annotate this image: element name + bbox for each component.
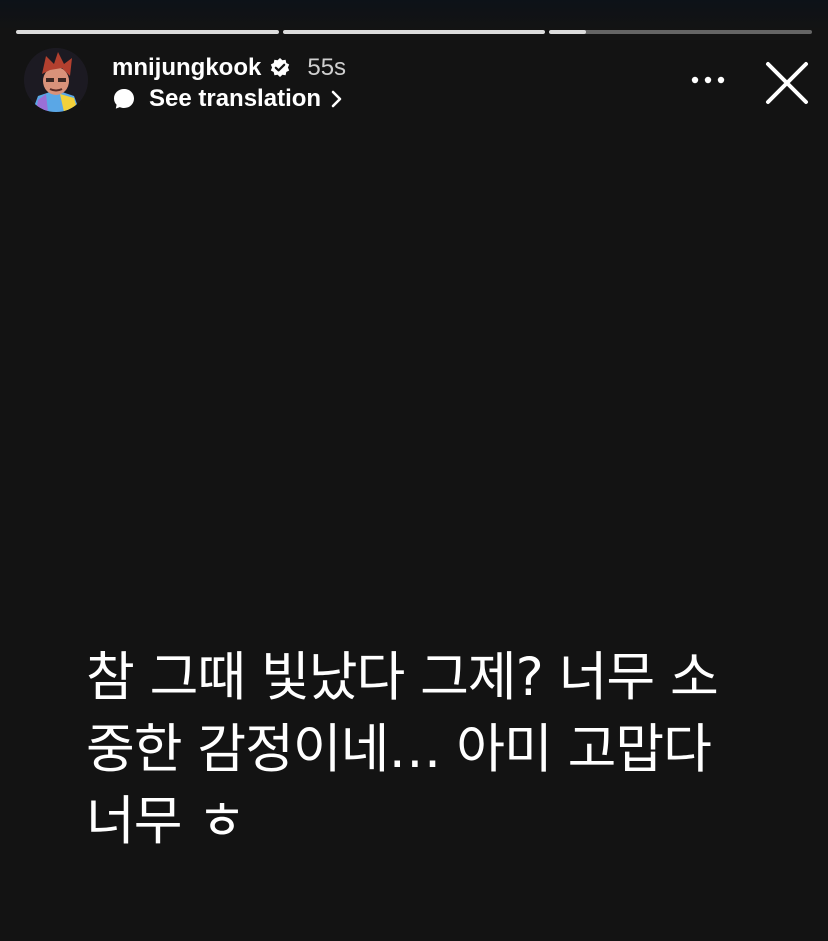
see-translation-button[interactable]: See translation (112, 84, 345, 114)
progress-segment (549, 30, 813, 34)
progress-fill (16, 30, 279, 34)
story-text: 참 그때 빛났다 그제? 너무 소 중한 감정이네… 아미 고맙다 너무 ㅎ (86, 642, 766, 858)
progress-segment (16, 30, 279, 34)
story-progress-bar (16, 30, 813, 34)
post-time: 55s (307, 54, 347, 81)
story-text-line: 너무 ㅎ (86, 791, 246, 852)
story-header: mnijungkook 55s See translation (24, 48, 814, 118)
more-horizontal-icon (691, 76, 725, 84)
avatar[interactable] (24, 48, 88, 112)
progress-fill (549, 30, 587, 34)
chevron-right-icon (329, 88, 345, 110)
user-line: mnijungkook 55s (112, 53, 346, 83)
username[interactable]: mnijungkook (112, 54, 261, 82)
see-translation-label: See translation (149, 85, 322, 112)
verified-badge-icon (269, 57, 291, 79)
close-icon (766, 62, 808, 104)
top-gradient (0, 0, 828, 30)
story-text-line: 참 그때 빛났다 그제? 너무 소 (86, 647, 719, 708)
speech-bubble-icon (112, 87, 136, 111)
avatar-image (24, 48, 88, 112)
progress-segment (282, 30, 546, 34)
more-options-button[interactable] (690, 62, 726, 98)
close-button[interactable] (764, 60, 810, 106)
story-text-line: 중한 감정이네… 아미 고맙다 (86, 719, 712, 780)
progress-fill (282, 30, 546, 34)
